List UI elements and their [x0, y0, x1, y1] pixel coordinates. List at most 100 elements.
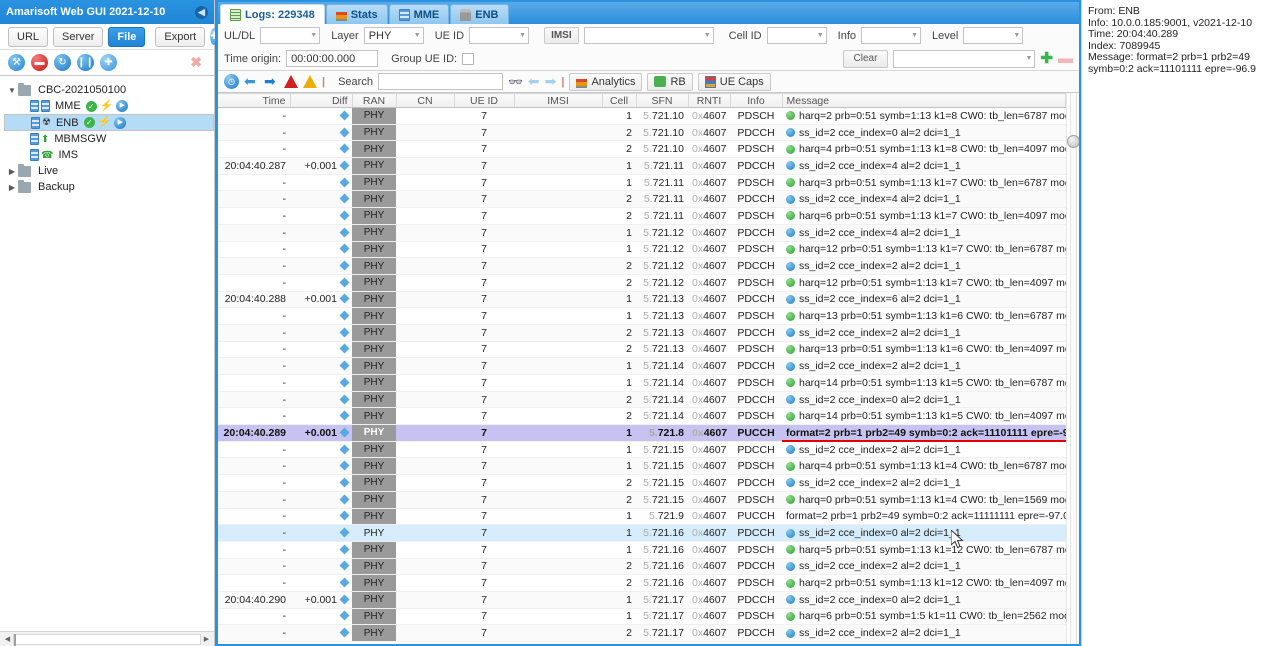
play-icon[interactable]: ▶: [116, 100, 129, 112]
layer-select[interactable]: PHY ▼: [363, 27, 424, 44]
rb-button[interactable]: RB: [647, 72, 693, 91]
table-row[interactable]: - PHY 7 2 5.721.13 0x4607 PDCCH ss_id=2 cce_ind…: [218, 324, 1066, 342]
server-button[interactable]: Server: [53, 26, 104, 47]
table-row[interactable]: 20:04:40.287 +0.001 PHY 7 1 5.721.11 0x4607 PDC…: [218, 157, 1066, 175]
scrollbar-track[interactable]: [1070, 93, 1077, 644]
info-select[interactable]: ▼: [861, 27, 921, 44]
table-row[interactable]: - PHY 7 1 5.721.14 0x4607 PDSCH harq=14 prb=0:5…: [218, 374, 1066, 392]
scroll-right-arrow-icon[interactable]: ▶: [201, 635, 212, 643]
search-prev-icon[interactable]: ⬅: [528, 74, 540, 89]
group-ueid-checkbox[interactable]: [462, 52, 475, 65]
play-icon[interactable]: ▶: [114, 116, 127, 129]
preset-select[interactable]: ▼: [893, 49, 1036, 68]
table-row[interactable]: - PHY 7 1 5.721.17 0x4607 PDSCH harq=6 prb=0:51…: [218, 608, 1066, 626]
table-row[interactable]: - PHY 7 2 5.721.15 0x4607 PDCCH ss_id=2 cce_ind…: [218, 474, 1066, 492]
col-sfn[interactable]: SFN: [636, 93, 689, 108]
col-time[interactable]: Time: [218, 93, 291, 108]
ue-caps-button[interactable]: UE Caps: [697, 72, 771, 91]
time-origin-input[interactable]: 00:00:00.000: [286, 50, 379, 67]
close-icon[interactable]: ✖: [190, 54, 206, 71]
col-diff[interactable]: Diff: [290, 93, 353, 108]
table-row[interactable]: - PHY 7 2 5.721.12 0x4607 PDCCH ss_id=2 cce_ind…: [218, 257, 1066, 275]
pause-icon[interactable]: ❙❙: [77, 54, 94, 71]
ueid-select[interactable]: ▼: [469, 27, 530, 44]
col-ran[interactable]: RAN: [352, 93, 397, 108]
table-row[interactable]: - PHY 7 1 5.721.16 0x4607 PDCCH ss_id=2 cce_ind…: [218, 524, 1066, 542]
imsi-select[interactable]: ▼: [583, 27, 714, 44]
chevron-right-icon[interactable]: [6, 183, 18, 192]
table-row[interactable]: 20:04:40.288 +0.001 PHY 7 1 5.721.13 0x4607 PDC…: [218, 291, 1066, 309]
log-vertical-scrollbar[interactable]: [1066, 93, 1079, 644]
table-row[interactable]: - PHY 7 1 5.721.10 0x4607 PDSCH harq=2 prb=0:51…: [218, 107, 1066, 125]
table-row[interactable]: - PHY 7 2 5.721.10 0x4607 PDCCH ss_id=2 cce_ind…: [218, 124, 1066, 142]
export-button[interactable]: Export: [155, 26, 206, 47]
clock-icon[interactable]: ◷: [224, 74, 239, 89]
table-row[interactable]: - PHY 7 1 5.721.15 0x4607 PDSCH harq=4 prb=0:51…: [218, 457, 1066, 476]
chevron-right-icon[interactable]: [6, 167, 18, 176]
wrench-icon[interactable]: ⚒: [8, 54, 25, 71]
tree-node-cbc[interactable]: CBC-2021050100: [4, 82, 214, 98]
table-row[interactable]: - PHY 7 1 5.721.14 0x4607 PDCCH ss_id=2 cce_ind…: [218, 357, 1066, 375]
table-row[interactable]: - PHY 7 1 5.721.11 0x4607 PDSCH harq=3 prb=0:51…: [218, 174, 1066, 192]
uldl-select[interactable]: ▼: [260, 27, 321, 44]
table-row[interactable]: - PHY 7 2 5.721.10 0x4607 PDSCH harq=4 prb=0:51…: [218, 140, 1066, 159]
binoculars-icon[interactable]: 👓: [508, 75, 523, 89]
col-info[interactable]: Info: [730, 93, 783, 108]
tree-node-backup[interactable]: Backup: [4, 179, 214, 195]
scrollbar-thumb[interactable]: [14, 633, 16, 646]
clear-button[interactable]: Clear: [842, 49, 889, 68]
table-row[interactable]: - PHY 7 2 5.721.11 0x4607 PDSCH harq=6 prb=0:51…: [218, 207, 1066, 225]
tab-logs[interactable]: Logs: 229348: [220, 4, 325, 24]
col-message[interactable]: Message: [782, 93, 1066, 108]
tree-node-mme[interactable]: MME ✓ ⚡ ▶: [4, 98, 214, 114]
error-triangle-icon[interactable]: [284, 75, 298, 88]
table-row[interactable]: - PHY 7 2 5.721.15 0x4607 PDSCH harq=0 prb=0:51…: [218, 491, 1066, 509]
scrollbar-thumb[interactable]: [1067, 135, 1079, 148]
table-row[interactable]: - PHY 7 2 5.721.13 0x4607 PDSCH harq=13 prb=0:5…: [218, 341, 1066, 359]
table-row[interactable]: - PHY 7 1 5.721.13 0x4607 PDSCH harq=13 prb=0:5…: [218, 307, 1066, 325]
tab-enb[interactable]: ENB: [450, 4, 509, 24]
scroll-left-arrow-icon[interactable]: ◀: [2, 635, 13, 643]
analytics-button[interactable]: Analytics: [569, 72, 643, 91]
col-cell[interactable]: Cell: [602, 93, 637, 108]
col-rnti[interactable]: RNTI: [688, 93, 731, 108]
arrow-right-icon[interactable]: ➡: [264, 74, 279, 89]
table-row[interactable]: - PHY 7 1 5.721.12 0x4607 PDCCH ss_id=2 cce_ind…: [218, 224, 1066, 242]
table-row[interactable]: - PHY 7 2 5.721.16 0x4607 PDSCH harq=2 prb=0:51…: [218, 574, 1066, 592]
arrow-left-icon[interactable]: ⬅: [244, 74, 259, 89]
tab-stats[interactable]: Stats: [325, 4, 388, 24]
table-row[interactable]: 20:04:40.290 +0.001 PHY 7 1 5.721.17 0x4607 PDC…: [218, 591, 1066, 609]
table-row[interactable]: - PHY 7 1 5.721.9 0x4607 PUCCH format=2 prb=1 p…: [218, 508, 1066, 526]
cellid-select[interactable]: ▼: [766, 27, 827, 44]
tab-mme[interactable]: MME: [388, 4, 450, 24]
file-button[interactable]: File: [108, 26, 146, 47]
tree-node-enb[interactable]: ☢ ENB ✓ ⚡ ▶: [4, 114, 214, 131]
table-row[interactable]: 20:04:40.289 +0.001 PHY 7 1 5.721.8 0x4607 PUCC…: [218, 424, 1066, 443]
remove-filter-icon[interactable]: ▬: [1058, 51, 1073, 66]
chevron-down-icon[interactable]: [6, 86, 18, 95]
stop-icon[interactable]: ▬: [31, 54, 48, 71]
table-row[interactable]: - PHY 7 2 5.721.17 0x4607 PDCCH ss_id=2 cce_ind…: [218, 624, 1066, 642]
refresh-icon[interactable]: ↻: [54, 54, 71, 71]
col-cn[interactable]: CN: [396, 93, 455, 108]
table-row[interactable]: - PHY 7 2 5.721.12 0x4607 PDSCH harq=12 prb=0:5…: [218, 274, 1066, 292]
table-row[interactable]: - PHY 7 2 5.721.14 0x4607 PDCCH ss_id=2 cce_ind…: [218, 391, 1066, 409]
sidebar-horizontal-scrollbar[interactable]: ◀ ▶: [0, 631, 214, 646]
table-row[interactable]: - PHY 7 2 5.721.16 0x4607 PDCCH ss_id=2 cce_ind…: [218, 558, 1066, 576]
level-select[interactable]: ▼: [963, 27, 1024, 44]
tree-node-live[interactable]: Live: [4, 163, 214, 179]
chevron-left-icon[interactable]: ◀: [195, 5, 208, 19]
search-input[interactable]: [377, 73, 503, 90]
col-imsi[interactable]: IMSI: [514, 93, 603, 108]
warning-triangle-icon[interactable]: [303, 75, 317, 88]
connect-icon[interactable]: ✚: [100, 54, 117, 71]
scrollbar-track[interactable]: [13, 633, 201, 646]
search-next-icon[interactable]: ➡: [545, 74, 557, 89]
url-button[interactable]: URL: [8, 26, 49, 47]
tree-node-ims[interactable]: ☎ IMS: [4, 147, 214, 163]
table-row[interactable]: - PHY 7 2 5.721.14 0x4607 PDSCH harq=14 prb=0:5…: [218, 407, 1066, 426]
table-row[interactable]: - PHY 7 1 5.721.16 0x4607 PDSCH harq=5 prb=0:51…: [218, 541, 1066, 559]
add-filter-icon[interactable]: ✚: [1040, 51, 1053, 66]
tree-node-mbmsgw[interactable]: ⬆ MBMSGW: [4, 131, 214, 147]
log-table-scroll[interactable]: Time Diff RAN CN UE ID IMSI Cell SFN RNT…: [218, 93, 1066, 644]
